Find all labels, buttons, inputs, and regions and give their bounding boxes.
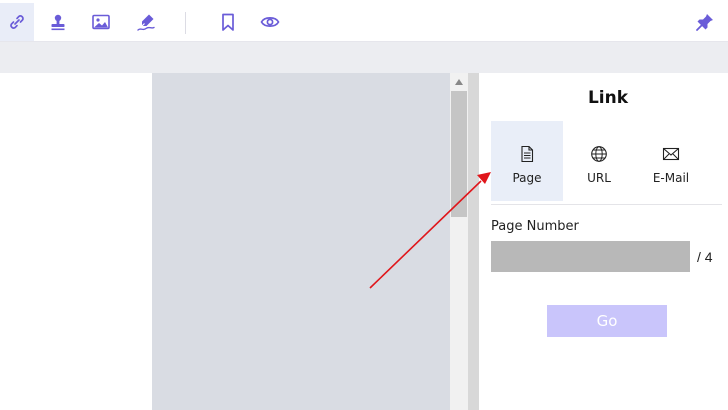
- link-type-url[interactable]: URL: [563, 121, 635, 201]
- link-type-page[interactable]: Page: [491, 121, 563, 201]
- document-page-area[interactable]: [152, 73, 450, 410]
- link-type-email[interactable]: E-Mail: [635, 121, 707, 201]
- signature-pen-icon: [137, 14, 155, 31]
- image-icon: [92, 14, 110, 30]
- toolbar-separator: [185, 12, 186, 34]
- page-number-input[interactable]: [491, 241, 690, 272]
- page-total: / 4: [697, 249, 713, 265]
- chevron-up-icon: [455, 79, 463, 85]
- link-tool-button[interactable]: [0, 3, 34, 41]
- scrollbar-thumb[interactable]: [451, 91, 467, 217]
- eye-icon: [260, 17, 280, 27]
- stamp-icon: [51, 14, 65, 31]
- go-button[interactable]: Go: [547, 305, 667, 337]
- panel-splitter[interactable]: [468, 73, 479, 410]
- image-tool-button[interactable]: [84, 3, 118, 41]
- panel-divider: [491, 204, 722, 205]
- top-toolbar: [0, 0, 728, 42]
- pin-toolbar-button[interactable]: [688, 3, 722, 41]
- page-icon: [521, 145, 534, 163]
- document-canvas[interactable]: [0, 73, 152, 410]
- page-number-label: Page Number: [491, 219, 579, 234]
- secondary-toolbar: [0, 42, 728, 73]
- link-type-url-label: URL: [587, 171, 611, 185]
- globe-icon: [591, 146, 607, 162]
- signature-tool-button[interactable]: [129, 3, 163, 41]
- bookmark-icon: [222, 13, 234, 31]
- scroll-up-button[interactable]: [450, 73, 468, 91]
- mail-icon: [662, 147, 680, 161]
- panel-title: Link: [587, 88, 629, 108]
- bookmark-tool-button[interactable]: [211, 3, 245, 41]
- link-icon: [10, 15, 24, 29]
- link-panel: Link Page URL E-Mail Page Number / 4 Go: [479, 73, 728, 410]
- view-tool-button[interactable]: [253, 3, 287, 41]
- link-type-page-label: Page: [512, 171, 542, 185]
- link-type-email-label: E-Mail: [652, 171, 690, 185]
- stamp-tool-button[interactable]: [41, 3, 75, 41]
- pin-icon: [696, 14, 713, 31]
